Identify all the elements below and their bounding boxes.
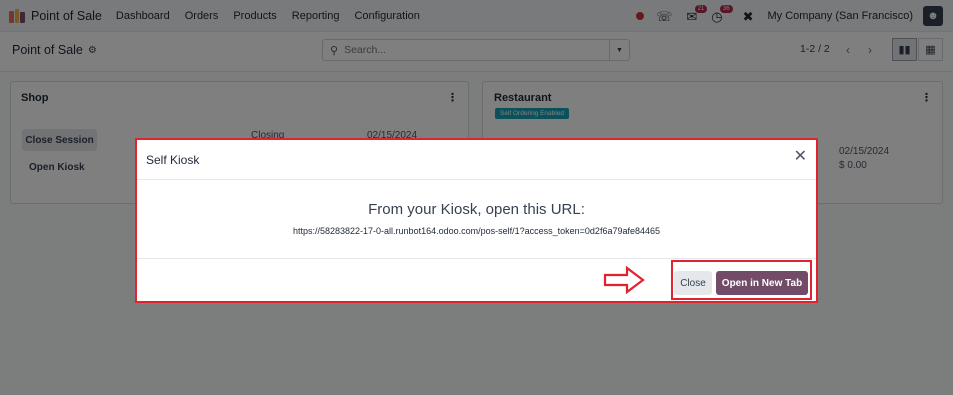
dialog-title: Self Kiosk [146,153,200,167]
self-kiosk-dialog: Self Kiosk ✕ From your Kiosk, open this … [135,138,818,303]
close-icon[interactable]: ✕ [794,149,807,165]
dialog-body: From your Kiosk, open this URL: https://… [137,181,816,259]
open-in-new-tab-button[interactable]: Open in New Tab [716,271,808,295]
kiosk-url: https://58283822-17-0-all.runbot164.odoo… [292,226,661,236]
close-button[interactable]: Close [674,271,712,295]
kiosk-url-heading: From your Kiosk, open this URL: [368,201,585,218]
annotation-arrow-icon [603,265,645,295]
dialog-header: Self Kiosk ✕ [137,140,816,180]
